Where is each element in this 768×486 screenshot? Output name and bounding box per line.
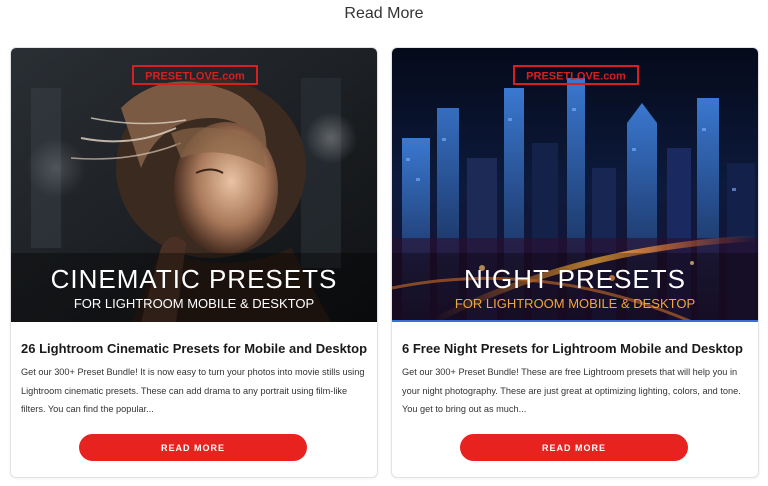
read-more-button[interactable]: READ MORE xyxy=(79,434,307,461)
card-excerpt: Get our 300+ Preset Bundle! It is now ea… xyxy=(21,367,365,414)
brand-logo-text: PRESETLOVE.com xyxy=(145,71,245,83)
card-thumbnail[interactable]: PRESETLOVE.com CINEMATIC PRESETS FOR LIG… xyxy=(11,48,377,322)
section-title: Read More xyxy=(344,5,424,22)
image-overlay-title: NIGHT PRESETS xyxy=(464,264,686,294)
brand-logo-text: PRESETLOVE.com xyxy=(526,71,626,83)
image-overlay-subtitle: FOR LIGHTROOM MOBILE & DESKTOP xyxy=(455,296,695,311)
card-title[interactable]: 6 Free Night Presets for Lightroom Mobil… xyxy=(402,341,752,356)
card-thumbnail[interactable]: PRESETLOVE.com NIGHT PRESETS FOR LIGHTRO… xyxy=(392,48,758,322)
image-overlay-title: CINEMATIC PRESETS xyxy=(51,264,338,294)
card-excerpt: Get our 300+ Preset Bundle! These are fr… xyxy=(402,367,741,414)
card-title[interactable]: 26 Lightroom Cinematic Presets for Mobil… xyxy=(21,341,371,356)
cinematic-preset-image: PRESETLOVE.com CINEMATIC PRESETS FOR LIG… xyxy=(11,48,377,322)
article-card-night[interactable]: PRESETLOVE.com NIGHT PRESETS FOR LIGHTRO… xyxy=(391,47,759,478)
read-more-button[interactable]: READ MORE xyxy=(460,434,688,461)
article-card-cinematic[interactable]: PRESETLOVE.com CINEMATIC PRESETS FOR LIG… xyxy=(10,47,378,478)
image-overlay-subtitle: FOR LIGHTROOM MOBILE & DESKTOP xyxy=(74,296,314,311)
night-preset-image: PRESETLOVE.com NIGHT PRESETS FOR LIGHTRO… xyxy=(392,48,758,322)
